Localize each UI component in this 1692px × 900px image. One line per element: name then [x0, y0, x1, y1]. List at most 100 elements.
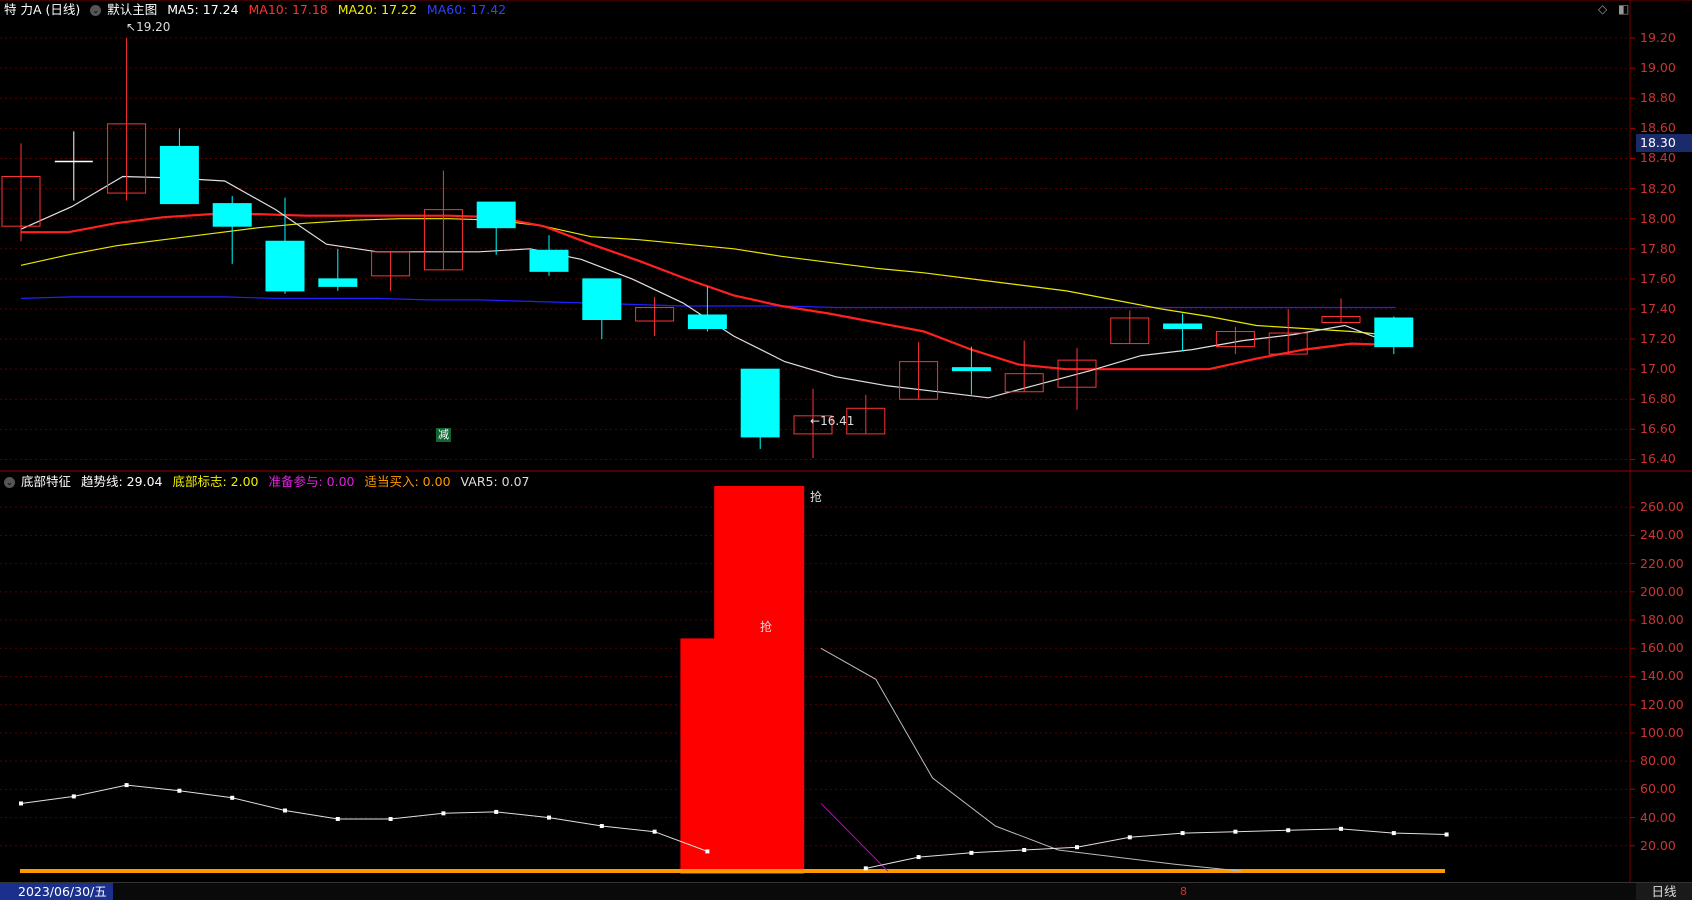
ma10-line	[21, 213, 1400, 371]
signal-bar	[714, 486, 805, 874]
candle-body	[951, 367, 991, 372]
main-indicator-name[interactable]: 默认主图	[107, 2, 157, 17]
price-axis-label: 18.20	[1640, 180, 1676, 196]
bottom-feature-chart[interactable]	[0, 472, 1692, 882]
sub-indicator-name[interactable]: 底部特征	[21, 474, 71, 489]
ma60-value: MA60: 17.42	[426, 2, 507, 17]
trend-point	[441, 811, 446, 816]
trend-point	[599, 824, 604, 829]
candle-body	[1163, 323, 1203, 330]
trend-point	[19, 801, 23, 806]
low-price-mark: ←16.41	[810, 414, 855, 428]
price-axis-label: 18.80	[1640, 90, 1676, 106]
candle-body	[159, 145, 199, 205]
price-axis-label: 17.40	[1640, 300, 1676, 316]
candle-body	[212, 203, 252, 227]
magenta-line	[820, 803, 889, 872]
trend-line	[20, 784, 708, 852]
candle-body	[740, 368, 780, 438]
trend-point	[230, 795, 235, 800]
trend-point	[1127, 835, 1132, 840]
trend-point	[1075, 845, 1079, 850]
ma20-value: MA20: 17.22	[337, 2, 417, 17]
trend-point	[1286, 828, 1291, 833]
candlestick-chart[interactable]	[0, 0, 1692, 472]
bar-label-0: 抢	[760, 620, 773, 634]
candle-body	[529, 249, 569, 272]
price-axis-label: 16.40	[1640, 451, 1676, 467]
price-axis-label: 16.80	[1640, 391, 1676, 407]
candle-body	[318, 278, 358, 287]
sub-header: ⌄ 底部特征 趋势线: 29.04 底部标志: 2.00 准备参与: 0.00 适…	[0, 472, 535, 492]
trend-point	[1339, 826, 1343, 831]
high-price-value: 19.20	[136, 20, 171, 34]
trend-point	[547, 815, 551, 820]
sub-axis-label: 260.00	[1640, 499, 1684, 515]
price-axis-label: 16.60	[1640, 421, 1676, 437]
price-axis-label: 17.80	[1640, 240, 1676, 256]
high-price-mark: ↖19.20	[126, 20, 171, 34]
candle-body	[1374, 317, 1414, 348]
dropdown-icon[interactable]: ⌄	[90, 5, 102, 16]
trend-point	[916, 855, 921, 860]
trend-point	[1444, 832, 1449, 837]
trend-point	[124, 783, 129, 788]
diamond-icon[interactable]: ◇	[1598, 2, 1607, 16]
trend-point	[283, 808, 287, 813]
sub-axis-label: 220.00	[1640, 555, 1684, 571]
window-toggle-icon[interactable]: ◧	[1618, 2, 1629, 16]
trend-point	[71, 794, 76, 799]
candle-body	[476, 201, 516, 229]
trend-value: 趋势线: 29.04	[81, 474, 163, 489]
price-axis-label: 17.00	[1640, 361, 1676, 377]
current-price-tag: 18.30	[1636, 134, 1692, 152]
prepare-value: 准备参与: 0.00	[268, 474, 355, 489]
price-axis-label: 17.20	[1640, 331, 1676, 347]
dropdown-icon[interactable]: ⌄	[4, 477, 15, 488]
var-line	[820, 647, 1242, 872]
trend-point	[177, 788, 182, 793]
ma10-value: MA10: 17.18	[248, 2, 328, 17]
trend-point	[1233, 829, 1238, 834]
bottom-status-bar: 2023/06/30/五 8 日线	[0, 882, 1692, 900]
bottom-flag-value: 底部标志: 2.00	[172, 474, 259, 489]
price-axis-label: 18.40	[1640, 150, 1676, 166]
stock-name[interactable]: 特 力A (日线)	[4, 2, 80, 17]
price-axis-label: 18.00	[1640, 210, 1676, 226]
candle-body	[582, 278, 622, 320]
orange-baseline	[20, 869, 1445, 873]
sub-axis-label: 60.00	[1640, 781, 1676, 797]
sub-axis-label: 80.00	[1640, 753, 1676, 769]
buy-value: 适当买入: 0.00	[364, 474, 451, 489]
ma60-line	[20, 296, 1396, 309]
candle-body	[265, 240, 305, 292]
main-header: 特 力A (日线) ⌄ 默认主图 MA5: 17.24 MA10: 17.18 MA…	[0, 0, 512, 20]
trend-point	[652, 829, 657, 834]
sub-chart-panel[interactable]: ⌄ 底部特征 趋势线: 29.04 底部标志: 2.00 准备参与: 0.00 适…	[0, 472, 1692, 882]
sub-axis-label: 100.00	[1640, 724, 1684, 740]
trend-point	[1180, 831, 1185, 836]
price-axis-label: 17.60	[1640, 270, 1676, 286]
sub-axis-label: 40.00	[1640, 809, 1676, 825]
signal-mark: 减	[436, 428, 451, 442]
bar-label-1: 抢	[810, 490, 823, 504]
month-marker: 8	[1180, 885, 1187, 898]
trend-point	[1022, 848, 1027, 853]
trend-point	[1391, 831, 1396, 836]
trend-point	[388, 816, 393, 821]
trend-point	[494, 809, 499, 814]
sub-axis-label: 160.00	[1640, 640, 1684, 656]
main-chart-panel[interactable]: 特 力A (日线) ⌄ 默认主图 MA5: 17.24 MA10: 17.18 MA…	[0, 0, 1692, 472]
var5-value: VAR5: 0.07	[460, 474, 530, 489]
low-price-value: 16.41	[820, 414, 855, 428]
trend-point	[335, 816, 340, 821]
sub-axis-label: 20.00	[1640, 837, 1676, 853]
ma5-value: MA5: 17.24	[167, 2, 239, 17]
trend-point	[969, 850, 974, 855]
trend-point	[863, 866, 868, 871]
sub-axis-label: 140.00	[1640, 668, 1684, 684]
period-selector[interactable]: 日线	[1636, 883, 1692, 900]
price-axis-label: 19.20	[1640, 30, 1676, 46]
sub-axis-label: 200.00	[1640, 583, 1684, 599]
cursor-date-label: 2023/06/30/五	[0, 883, 113, 900]
